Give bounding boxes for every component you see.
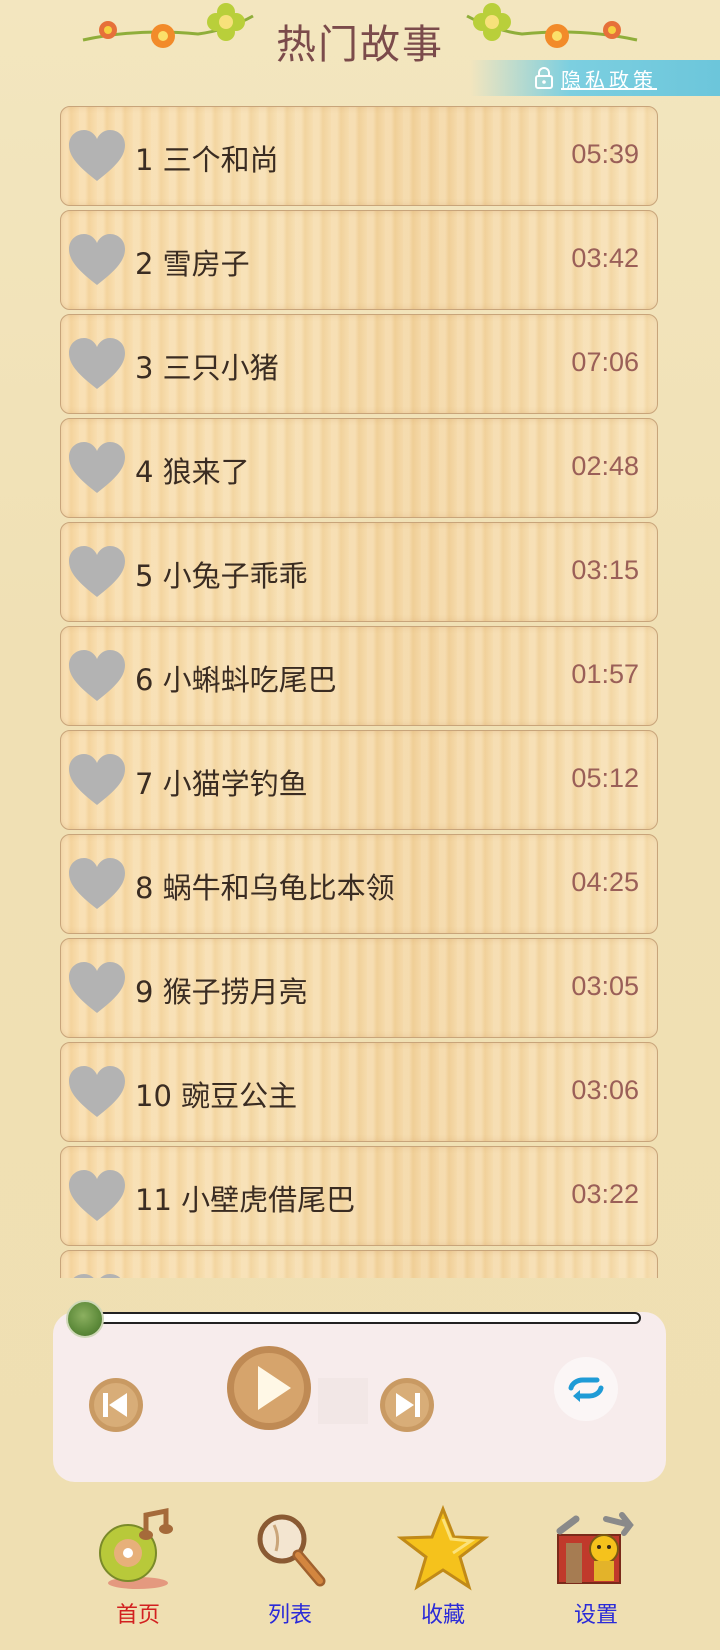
story-list-item[interactable]: 10 豌豆公主 03:06 [60, 1042, 658, 1142]
lock-icon [535, 67, 553, 89]
story-title-text: 小兔子乖乖 [162, 559, 308, 593]
home-music-icon [99, 1507, 173, 1589]
bottom-nav: 首页 列表 收藏 设置 [0, 1505, 720, 1650]
favorite-heart-icon[interactable] [67, 1169, 127, 1223]
favorite-heart-icon[interactable] [67, 753, 127, 807]
privacy-policy-link[interactable]: 隐私政策 [470, 60, 720, 96]
favorite-heart-icon[interactable] [67, 857, 127, 911]
story-duration: 03:42 [571, 243, 639, 273]
story-title-text: 三个和尚 [162, 143, 279, 177]
story-list-item[interactable]: 5 小兔子乖乖 03:15 [60, 522, 658, 622]
tab-home-label: 首页 [115, 1603, 160, 1628]
flower-decoration-right-icon [466, 3, 638, 48]
story-index: 1 [135, 143, 154, 177]
story-duration: 05:12 [571, 763, 639, 793]
story-duration: 07:06 [571, 347, 639, 377]
story-index: 8 [135, 871, 154, 905]
story-duration: 05:39 [571, 139, 639, 169]
header: 热门故事 隐私政策 [0, 0, 720, 96]
progress-track[interactable] [76, 1312, 641, 1324]
progress-slider[interactable] [66, 1300, 646, 1338]
story-title: 9 猴子捞月亮 [135, 969, 308, 1011]
story-title-text: 狼来了 [162, 455, 250, 489]
tab-favorites-label: 收藏 [420, 1603, 465, 1628]
story-index: 2 [135, 247, 154, 281]
story-list-item[interactable]: 3 三只小猪 07:06 [60, 314, 658, 414]
favorite-heart-icon[interactable] [67, 545, 127, 599]
story-list-item[interactable] [60, 1250, 658, 1278]
story-duration: 03:22 [571, 1179, 639, 1209]
favorite-heart-icon[interactable] [67, 129, 127, 183]
favorite-heart-icon[interactable] [67, 649, 127, 703]
story-title-text: 猴子捞月亮 [162, 975, 308, 1009]
story-index: 4 [135, 455, 154, 489]
story-index: 9 [135, 975, 154, 1009]
story-title: 7 小猫学钓鱼 [135, 761, 308, 803]
story-title: 3 三只小猪 [135, 345, 279, 387]
story-title-text: 三只小猪 [162, 351, 279, 385]
progress-knob[interactable] [66, 1300, 104, 1338]
story-index: 11 [135, 1183, 172, 1217]
play-icon[interactable] [225, 1344, 313, 1432]
story-index: 6 [135, 663, 154, 697]
story-duration: 03:06 [571, 1075, 639, 1105]
favorite-heart-icon[interactable] [67, 1273, 127, 1278]
favorite-heart-icon[interactable] [67, 233, 127, 287]
story-title: 4 狼来了 [135, 449, 250, 491]
prev-icon[interactable] [87, 1376, 145, 1434]
story-list-item[interactable]: 4 狼来了 02:48 [60, 418, 658, 518]
story-duration: 02:48 [571, 451, 639, 481]
story-title: 6 小蝌蚪吃尾巴 [135, 657, 337, 699]
story-title-text: 蜗牛和乌龟比本领 [162, 871, 395, 905]
repeat-icon[interactable] [553, 1356, 619, 1422]
tab-settings-label: 设置 [573, 1603, 618, 1628]
story-title-text: 小蝌蚪吃尾巴 [162, 663, 337, 697]
story-title-text: 小壁虎借尾巴 [181, 1183, 356, 1217]
story-duration: 03:05 [571, 971, 639, 1001]
privacy-policy-label: 隐私政策 [561, 67, 657, 92]
favorite-heart-icon[interactable] [67, 441, 127, 495]
favorite-heart-icon[interactable] [67, 961, 127, 1015]
story-list-item[interactable]: 7 小猫学钓鱼 05:12 [60, 730, 658, 830]
story-title: 1 三个和尚 [135, 137, 279, 179]
story-title: 8 蜗牛和乌龟比本领 [135, 865, 395, 907]
story-title-text: 雪房子 [162, 247, 250, 281]
story-list-item[interactable]: 6 小蝌蚪吃尾巴 01:57 [60, 626, 658, 726]
story-title: 11 小壁虎借尾巴 [135, 1177, 355, 1219]
story-title-text: 豌豆公主 [181, 1079, 298, 1113]
story-title: 5 小兔子乖乖 [135, 553, 308, 595]
story-duration: 04:25 [571, 867, 639, 897]
favorite-heart-icon[interactable] [67, 337, 127, 391]
settings-toolbox-icon [556, 1512, 634, 1584]
play-placeholder-area [318, 1378, 368, 1424]
story-index: 5 [135, 559, 154, 593]
story-list-item[interactable]: 9 猴子捞月亮 03:05 [60, 938, 658, 1038]
story-list-item[interactable]: 11 小壁虎借尾巴 03:22 [60, 1146, 658, 1246]
tab-list-label: 列表 [267, 1603, 312, 1628]
favorite-heart-icon[interactable] [67, 1065, 127, 1119]
story-index: 10 [135, 1079, 172, 1113]
story-list-item[interactable]: 8 蜗牛和乌龟比本领 04:25 [60, 834, 658, 934]
story-duration: 01:57 [571, 659, 639, 689]
next-icon[interactable] [378, 1376, 436, 1434]
magnifier-icon [257, 1514, 326, 1587]
story-duration: 03:15 [571, 555, 639, 585]
story-list[interactable]: 1 三个和尚 05:39 2 雪房子 03:42 3 三只小猪 07:06 4 … [60, 106, 660, 1278]
player-panel [53, 1312, 666, 1482]
story-list-item[interactable]: 2 雪房子 03:42 [60, 210, 658, 310]
story-title: 2 雪房子 [135, 241, 250, 283]
story-list-item[interactable]: 1 三个和尚 05:39 [60, 106, 658, 206]
story-title-text: 小猫学钓鱼 [162, 767, 308, 801]
story-index: 3 [135, 351, 154, 385]
story-title: 10 豌豆公主 [135, 1073, 297, 1115]
story-index: 7 [135, 767, 154, 801]
star-icon [396, 1505, 490, 1591]
